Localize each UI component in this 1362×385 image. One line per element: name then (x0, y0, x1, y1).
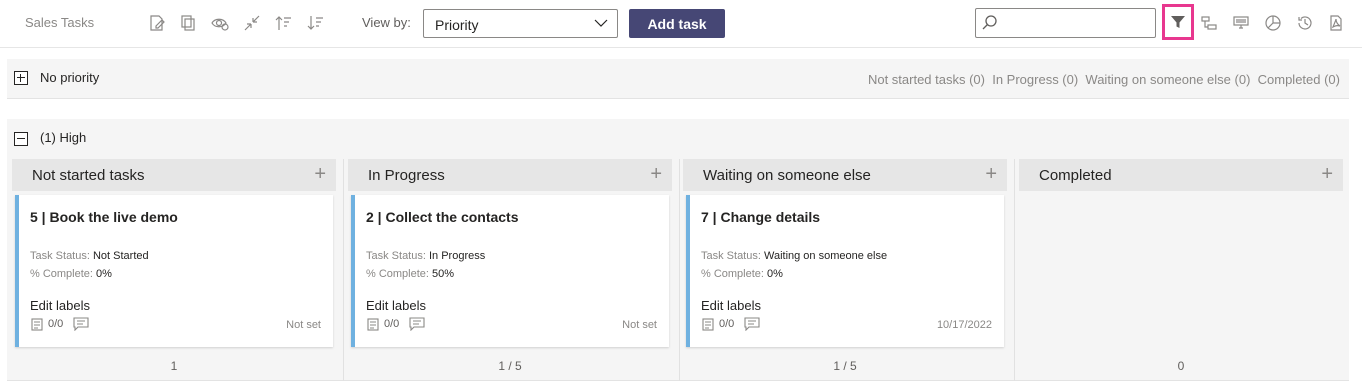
toolbar: Sales Tasks View by: Priority Add task (0, 0, 1362, 48)
card-status: Task Status: Not Started (30, 250, 149, 262)
filter-icon (1171, 16, 1185, 28)
comment-icon[interactable] (409, 317, 425, 331)
board-icon[interactable] (1231, 13, 1251, 33)
card-due-date: Not set (286, 319, 321, 331)
column-header: Waiting on someone else + (683, 159, 1007, 191)
card-complete: % Complete: 0% (701, 268, 783, 280)
column-header: Completed + (1019, 159, 1343, 191)
card-status: Task Status: In Progress (366, 250, 485, 262)
column-count: 0 (1177, 359, 1185, 373)
pdf-icon[interactable] (1326, 13, 1346, 33)
group-title: No priority (40, 70, 100, 85)
app-title: Sales Tasks (25, 15, 95, 30)
status-label: Task Status: (701, 250, 761, 262)
comment-icon[interactable] (744, 317, 760, 331)
status-value: In Progress (428, 250, 486, 262)
group-no-priority: No priority Not started tasks (0) In Pro… (7, 59, 1349, 99)
column-title: Not started tasks (32, 167, 145, 184)
filter-button[interactable] (1162, 4, 1194, 40)
edit-labels-link[interactable]: Edit labels (30, 298, 90, 313)
visibility-icon[interactable] (210, 13, 230, 33)
column-count: 1 / 5 (498, 359, 522, 373)
column-header: In Progress + (348, 159, 672, 191)
column-waiting: Waiting on someone else + 7 | Change det… (683, 159, 1007, 381)
search-input[interactable] (975, 8, 1156, 38)
task-card[interactable]: 2 | Collect the contacts Task Status: In… (351, 195, 669, 347)
complete-label: % Complete: (366, 268, 429, 280)
column-divider (1014, 159, 1015, 381)
hierarchy-icon[interactable] (1199, 13, 1219, 33)
checklist-count: 0/0 (719, 318, 735, 330)
column-divider (679, 159, 680, 381)
column-count: 1 / 5 (833, 359, 857, 373)
column-divider (343, 159, 344, 381)
card-complete: % Complete: 50% (366, 268, 454, 280)
comment-icon[interactable] (73, 317, 89, 331)
search-icon (982, 15, 997, 30)
expand-icon[interactable] (14, 71, 28, 85)
sort-descending-icon[interactable] (306, 13, 326, 33)
task-card[interactable]: 7 | Change details Task Status: Waiting … (686, 195, 1004, 347)
history-icon[interactable] (1295, 13, 1315, 33)
status-value: Waiting on someone else (763, 250, 888, 262)
view-by-label: View by: (362, 15, 411, 30)
column-not-started: Not started tasks + 5 | Book the live de… (12, 159, 336, 381)
add-icon[interactable]: + (1321, 163, 1333, 185)
column-title: Waiting on someone else (703, 167, 871, 184)
view-by-select[interactable]: Priority (423, 9, 618, 38)
add-icon[interactable]: + (985, 163, 997, 185)
checklist-icon (367, 318, 379, 331)
checklist-icon (31, 318, 43, 331)
complete-label: % Complete: (30, 268, 93, 280)
card-footer: 0/0 (701, 317, 760, 331)
card-footer: 0/0 (30, 317, 89, 331)
complete-value: 50% (432, 268, 455, 280)
status-label: Task Status: (366, 250, 426, 262)
task-card[interactable]: 5 | Book the live demo Task Status: Not … (15, 195, 333, 347)
chart-icon[interactable] (1263, 13, 1283, 33)
edit-icon[interactable] (147, 13, 167, 33)
complete-label: % Complete: (701, 268, 764, 280)
add-icon[interactable]: + (314, 163, 326, 185)
add-icon[interactable]: + (650, 163, 662, 185)
collapse-group-icon[interactable] (14, 132, 28, 146)
checklist-icon (702, 318, 714, 331)
status-value: Not Started (92, 250, 149, 262)
status-label: Task Status: (30, 250, 90, 262)
checklist-count: 0/0 (384, 318, 400, 330)
card-due-date: 10/17/2022 (936, 319, 992, 331)
checklist-count: 0/0 (48, 318, 64, 330)
add-task-button[interactable]: Add task (629, 9, 725, 38)
card-title: 5 | Book the live demo (30, 209, 178, 225)
card-complete: % Complete: 0% (30, 268, 112, 280)
edit-labels-link[interactable]: Edit labels (366, 298, 426, 313)
sort-ascending-icon[interactable] (274, 13, 294, 33)
card-status: Task Status: Waiting on someone else (701, 250, 887, 262)
collapse-icon[interactable] (242, 13, 262, 33)
copy-icon[interactable] (178, 13, 198, 33)
card-title: 7 | Change details (701, 209, 821, 225)
column-count: 1 (170, 359, 178, 373)
chevron-down-icon (594, 19, 608, 27)
view-by-value: Priority (435, 17, 479, 33)
complete-value: 0% (96, 268, 112, 280)
column-in-progress: In Progress + 2 | Collect the contacts T… (348, 159, 672, 381)
card-due-date: Not set (622, 319, 657, 331)
column-header: Not started tasks + (12, 159, 336, 191)
complete-value: 0% (767, 268, 783, 280)
column-title: Completed (1039, 167, 1112, 184)
edit-labels-link[interactable]: Edit labels (701, 298, 761, 313)
card-footer: 0/0 (366, 317, 425, 331)
group-title: (1) High (40, 130, 87, 145)
card-title: 2 | Collect the contacts (366, 209, 519, 225)
group-high: (1) High Not started tasks + 5 | Book th… (7, 119, 1349, 381)
column-title: In Progress (368, 167, 445, 184)
group-summary: Not started tasks (0) In Progress (0) Wa… (867, 72, 1340, 87)
column-completed: Completed + 0 (1019, 159, 1343, 381)
